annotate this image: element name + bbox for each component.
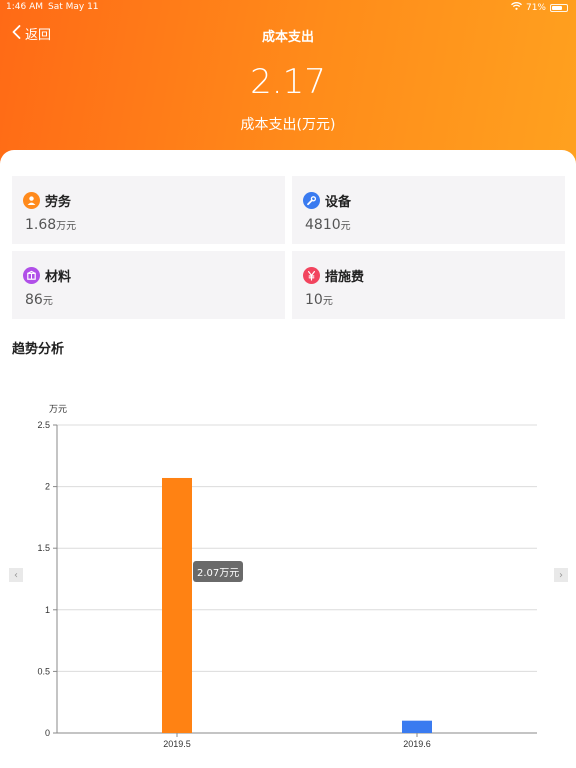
category-label: 措施费 xyxy=(325,270,365,285)
category-unit: 元 xyxy=(322,296,333,307)
wrench-icon xyxy=(303,192,320,209)
yen-icon xyxy=(303,267,320,284)
page-title: 成本支出 xyxy=(261,30,314,45)
category-value: 1.68 xyxy=(25,217,57,233)
box-icon xyxy=(23,267,40,284)
category-value: 86 xyxy=(25,292,43,308)
category-card-labor[interactable]: 劳务 1.68万元 xyxy=(12,176,285,244)
category-label: 设备 xyxy=(325,195,352,210)
chart-next-button[interactable]: › xyxy=(554,568,568,582)
category-card-materials[interactable]: 材料 86元 xyxy=(12,251,285,319)
total-value: 2.17 xyxy=(250,62,326,102)
chart-prev-button[interactable]: ‹ xyxy=(9,568,23,582)
chevron-left-icon: ‹ xyxy=(14,569,18,581)
header: 1:46 AM Sat May 11 71% 返回 成本支出 2.17 成本支出… xyxy=(0,0,576,170)
category-label: 劳务 xyxy=(45,195,72,210)
category-value: 10 xyxy=(305,292,323,308)
status-time: 1:46 AM xyxy=(6,2,43,12)
category-unit: 元 xyxy=(42,296,53,307)
battery-percent: 71% xyxy=(525,2,546,13)
chart-tooltip: 2.07万元 xyxy=(193,561,244,582)
category-value: 4810 xyxy=(305,217,341,233)
category-card-equipment[interactable]: 设备 4810元 xyxy=(292,176,565,244)
chevron-right-icon: › xyxy=(559,569,563,581)
status-date: Sat May 11 xyxy=(48,2,99,12)
status-bar: 1:46 AM Sat May 11 71% xyxy=(6,2,568,16)
person-icon xyxy=(23,192,40,209)
category-unit: 万元 xyxy=(56,221,77,232)
trend-section-title: 趋势分析 xyxy=(12,342,65,357)
category-unit: 元 xyxy=(340,221,351,232)
category-card-measures[interactable]: 措施费 10元 xyxy=(292,251,565,319)
wifi-icon xyxy=(511,2,522,13)
total-label: 成本支出(万元) xyxy=(240,117,336,133)
category-label: 材料 xyxy=(45,270,72,285)
battery-icon xyxy=(550,3,568,12)
nav-bar: 返回 成本支出 xyxy=(0,24,576,46)
